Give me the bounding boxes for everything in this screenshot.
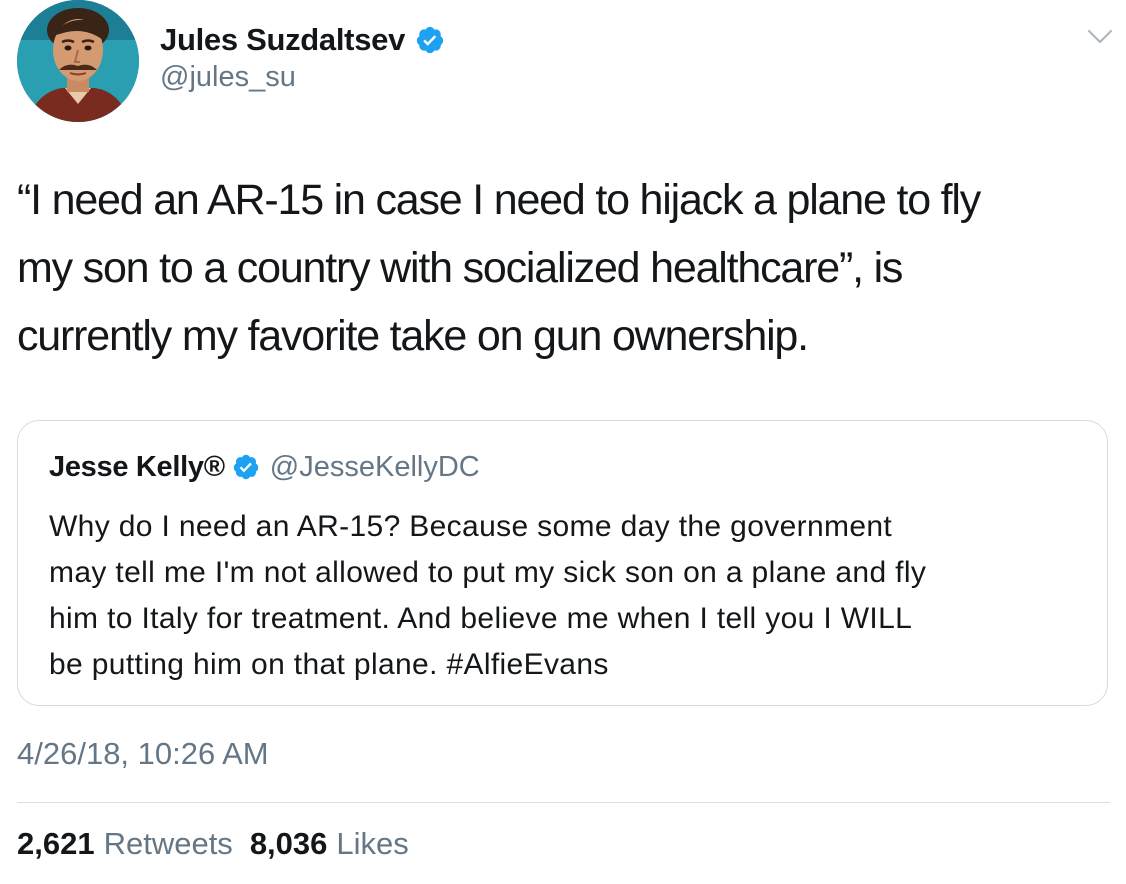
author-name-row: Jules Suzdaltsev	[160, 18, 445, 62]
likes-count: 8,036	[249, 826, 328, 861]
verified-badge-icon	[233, 454, 259, 480]
quoted-tweet-text: Why do I need an AR-15? Because some day…	[49, 510, 927, 681]
tweet-timestamp[interactable]: 4/26/18, 10:26 AM	[17, 736, 269, 772]
avatar-image	[17, 0, 139, 122]
retweets-label: Retweets	[103, 826, 233, 861]
likes-label: Likes	[336, 826, 409, 861]
likes-stat[interactable]: 8,036 Likes	[250, 826, 409, 862]
quoted-tweet-card[interactable]: Jesse Kelly® @JesseKellyDC Why do I need…	[17, 420, 1108, 706]
divider	[17, 802, 1110, 803]
retweets-count: 2,621	[17, 826, 95, 861]
quoted-author-name: Jesse Kelly®	[49, 450, 225, 483]
author-handle[interactable]: @jules_su	[160, 61, 296, 94]
avatar[interactable]	[17, 0, 139, 122]
tweet-text: “I need an AR-15 in case I need to hijac…	[17, 176, 981, 360]
tweet-stats: 2,621 Retweets 8,036 Likes	[17, 826, 426, 862]
verified-badge-icon	[416, 26, 444, 54]
chevron-down-icon[interactable]	[1087, 27, 1113, 47]
quoted-tweet-header: Jesse Kelly® @JesseKellyDC	[49, 446, 480, 488]
quoted-author-handle: @JesseKellyDC	[269, 450, 480, 483]
retweets-stat[interactable]: 2,621 Retweets	[17, 826, 233, 862]
author-name[interactable]: Jules Suzdaltsev	[160, 22, 405, 58]
